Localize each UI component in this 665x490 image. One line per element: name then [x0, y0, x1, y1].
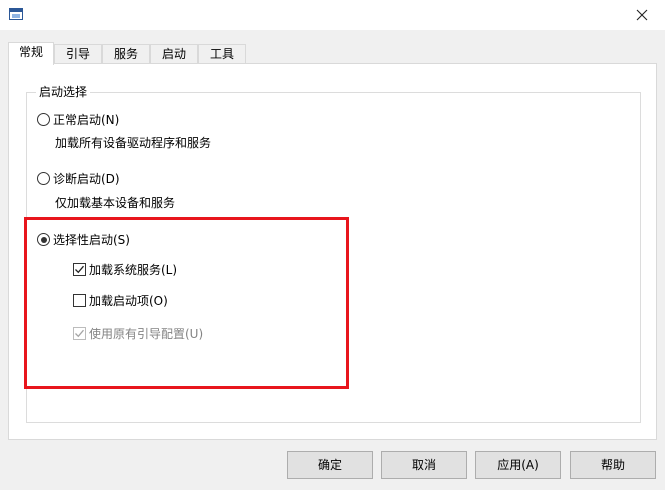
group-title: 启动选择	[36, 84, 91, 100]
tab-services[interactable]: 服务	[102, 44, 150, 64]
window-app-icon	[9, 8, 23, 20]
ok-button[interactable]: 确定	[287, 451, 373, 479]
close-button[interactable]	[619, 0, 665, 30]
apply-button[interactable]: 应用(A)	[475, 451, 561, 479]
close-icon	[636, 9, 648, 21]
tab-startup[interactable]: 启动	[150, 44, 198, 64]
tab-general[interactable]: 常规	[8, 42, 54, 65]
normal-startup-radio[interactable]: 正常启动(N)	[37, 111, 119, 129]
radio-button-off[interactable]	[37, 172, 50, 185]
normal-startup-label: 正常启动(N)	[53, 113, 120, 127]
tab-tools[interactable]: 工具	[198, 44, 246, 64]
diagnostic-startup-radio[interactable]: 诊断启动(D)	[37, 170, 120, 188]
normal-startup-description: 加载所有设备驱动程序和服务	[55, 136, 212, 150]
title-bar	[0, 0, 665, 30]
diagnostic-startup-description: 仅加载基本设备和服务	[55, 196, 176, 210]
help-button[interactable]: 帮助	[570, 451, 656, 479]
cancel-button[interactable]: 取消	[381, 451, 467, 479]
radio-button-off[interactable]	[37, 113, 50, 126]
tab-boot[interactable]: 引导	[54, 44, 102, 64]
diagnostic-startup-label: 诊断启动(D)	[53, 172, 120, 186]
red-highlight-box	[24, 217, 349, 389]
